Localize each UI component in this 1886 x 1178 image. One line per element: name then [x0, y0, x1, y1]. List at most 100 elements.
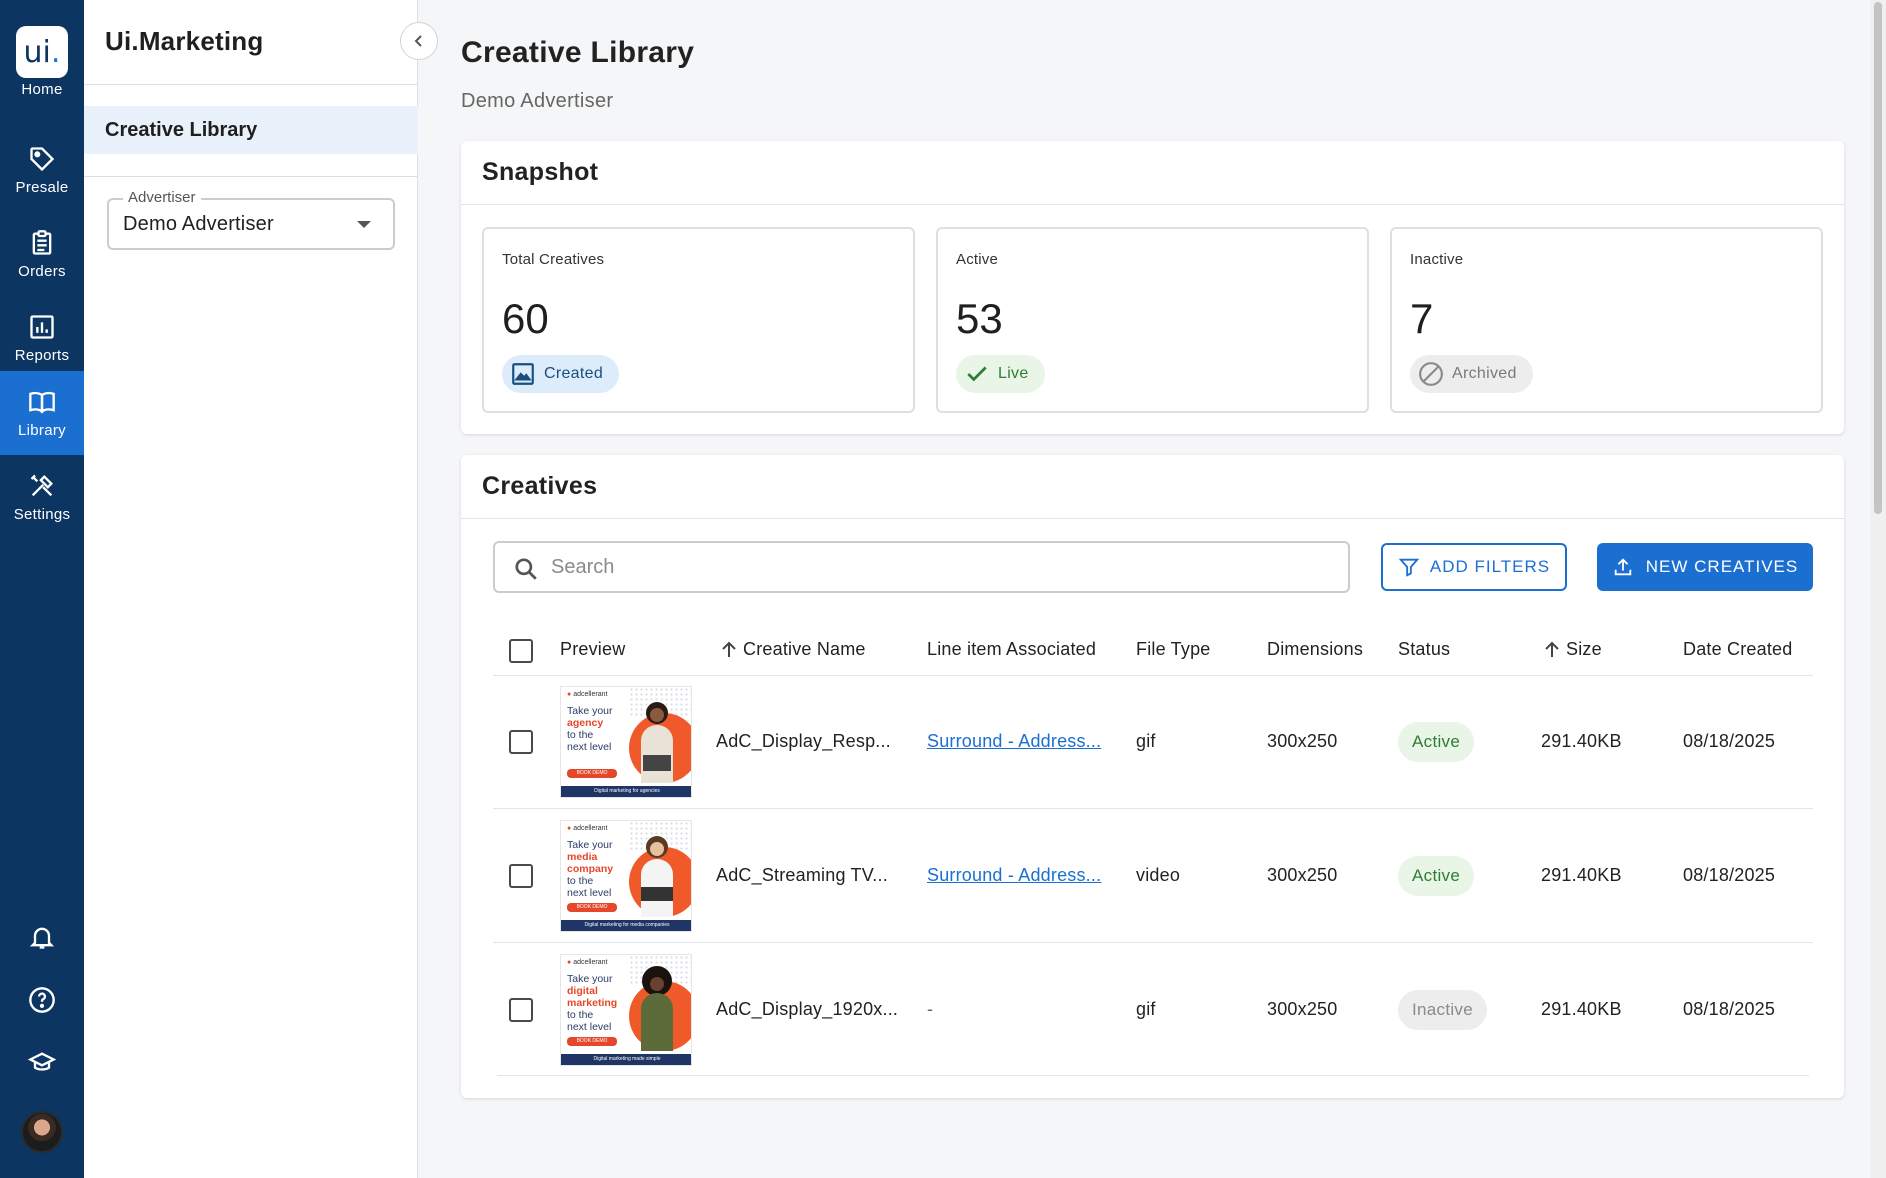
secondary-sidebar: Ui.Marketing Creative Library Advertiser… [84, 0, 418, 1178]
date-created: 08/18/2025 [1683, 865, 1776, 885]
advertiser-select[interactable]: Advertiser Demo Advertiser [107, 189, 395, 250]
scrollbar-thumb[interactable] [1874, 2, 1882, 514]
tools-icon [30, 474, 53, 496]
creative-name[interactable]: AdC_Streaming TV... [716, 865, 888, 886]
column-header-status[interactable]: Status [1398, 639, 1450, 660]
creative-preview-thumbnail[interactable]: ● adcellerant Take your media company to t… [560, 820, 692, 932]
column-header-dimensions[interactable]: Dimensions [1267, 639, 1363, 660]
app-title: Ui.Marketing [105, 26, 264, 56]
caret-down-icon [357, 221, 371, 228]
person-illustration [641, 966, 673, 1051]
left-rail: ui. Home Presale Orders Reports Library … [0, 0, 84, 1178]
graduation-cap-icon [28, 1052, 56, 1071]
tag-icon [30, 146, 55, 171]
sort-arrow-up-icon [1545, 641, 1559, 657]
column-header-date-created[interactable]: Date Created [1683, 639, 1792, 660]
button-label: ADD FILTERS [1429, 557, 1551, 576]
date-created: 08/18/2025 [1683, 731, 1776, 751]
row-checkbox[interactable] [509, 998, 533, 1022]
divider [493, 942, 1813, 943]
stat-value: 53 [956, 295, 1003, 342]
line-item-link[interactable]: Surround - Address... [927, 865, 1101, 886]
column-header-line-item[interactable]: Line item Associated [927, 639, 1096, 660]
checkmark-icon [967, 366, 987, 382]
creatives-title: Creatives [461, 455, 1844, 519]
rail-item-label: Settings [13, 505, 71, 523]
divider [84, 176, 418, 177]
live-chip: Live [956, 355, 1045, 393]
status-badge: Active [1398, 722, 1475, 762]
image-icon [512, 363, 534, 385]
creative-preview-thumbnail[interactable]: ● adcellerant Take your digital marketing… [560, 954, 692, 1066]
stat-value: 60 [502, 295, 549, 342]
block-icon [1419, 362, 1443, 386]
date-created: 08/18/2025 [1683, 999, 1776, 1019]
search-input[interactable] [551, 553, 1331, 581]
search-icon [515, 558, 537, 580]
rail-item-settings[interactable]: Settings [0, 455, 84, 539]
file-type: gif [1136, 731, 1156, 751]
rail-item-home[interactable]: Home [0, 0, 84, 108]
dimensions: 300x250 [1267, 865, 1338, 885]
rail-item-orders[interactable]: Orders [0, 212, 84, 296]
chip-label: Archived [1452, 365, 1517, 382]
row-checkbox[interactable] [509, 730, 533, 754]
upload-icon [1614, 558, 1631, 576]
avatar[interactable] [21, 1111, 63, 1153]
chip-label: Live [998, 365, 1029, 382]
rail-item-reports[interactable]: Reports [0, 296, 84, 380]
row-checkbox[interactable] [509, 864, 533, 888]
rail-item-library[interactable]: Library [0, 371, 84, 455]
status-badge: Inactive [1398, 990, 1487, 1030]
button-label: NEW CREATIVES [1645, 557, 1799, 576]
new-creatives-button[interactable]: NEW CREATIVES [1597, 543, 1813, 591]
column-header-creative-name[interactable]: Creative Name [719, 639, 866, 660]
file-type: gif [1136, 999, 1156, 1019]
archived-chip: Archived [1410, 355, 1533, 393]
select-all-checkbox[interactable] [509, 639, 533, 663]
divider [493, 808, 1813, 809]
help-button[interactable] [0, 978, 84, 1022]
file-size: 291.40KB [1541, 999, 1622, 1019]
rail-item-label: Home [21, 80, 63, 98]
column-header-size[interactable]: Size [1542, 639, 1602, 660]
line-item-empty: - [927, 999, 934, 1019]
notifications-button[interactable] [0, 915, 84, 959]
stat-active: Active 53 Live [936, 227, 1369, 413]
column-header-preview: Preview [560, 639, 626, 659]
sidebar-item-creative-library[interactable]: Creative Library [84, 106, 418, 154]
help-icon [29, 987, 55, 1013]
creative-name[interactable]: AdC_Display_1920x... [716, 999, 898, 1020]
rail-item-label: Presale [15, 178, 69, 196]
page-subtitle: Demo Advertiser [461, 90, 614, 112]
column-header-file-type[interactable]: File Type [1136, 639, 1211, 660]
creative-name[interactable]: AdC_Display_Resp... [716, 731, 891, 752]
stat-inactive: Inactive 7 Archived [1390, 227, 1823, 413]
file-size: 291.40KB [1541, 865, 1622, 885]
creative-preview-thumbnail[interactable]: ● adcellerant Take your agency to the next … [560, 686, 692, 798]
chip-label: Created [544, 365, 604, 382]
person-illustration [641, 702, 673, 783]
chevron-left-icon [414, 35, 422, 47]
rail-item-label: Library [18, 421, 66, 439]
page-scrollbar[interactable] [1870, 0, 1886, 1178]
dimensions: 300x250 [1267, 731, 1338, 751]
stat-value: 7 [1410, 295, 1434, 342]
snapshot-title: Snapshot [461, 141, 1844, 205]
add-filters-button[interactable]: ADD FILTERS [1381, 543, 1567, 591]
creatives-card: Creatives ADD FILTERS NEW CREATIVES Prev… [461, 455, 1844, 1098]
rail-item-label: Orders [18, 262, 66, 280]
person-illustration [641, 836, 673, 917]
page-title: Creative Library [461, 36, 695, 69]
created-chip: Created [502, 355, 620, 393]
divider [84, 84, 418, 85]
collapse-sidebar-button[interactable] [400, 22, 438, 60]
rail-item-presale[interactable]: Presale [0, 128, 84, 212]
stat-label: Inactive [1410, 251, 1464, 268]
stat-label: Active [956, 251, 999, 268]
filter-icon [1398, 558, 1420, 577]
search-box[interactable] [493, 541, 1350, 593]
line-item-link[interactable]: Surround - Address... [927, 731, 1101, 752]
learning-button[interactable] [0, 1041, 84, 1085]
file-type: video [1136, 865, 1181, 885]
